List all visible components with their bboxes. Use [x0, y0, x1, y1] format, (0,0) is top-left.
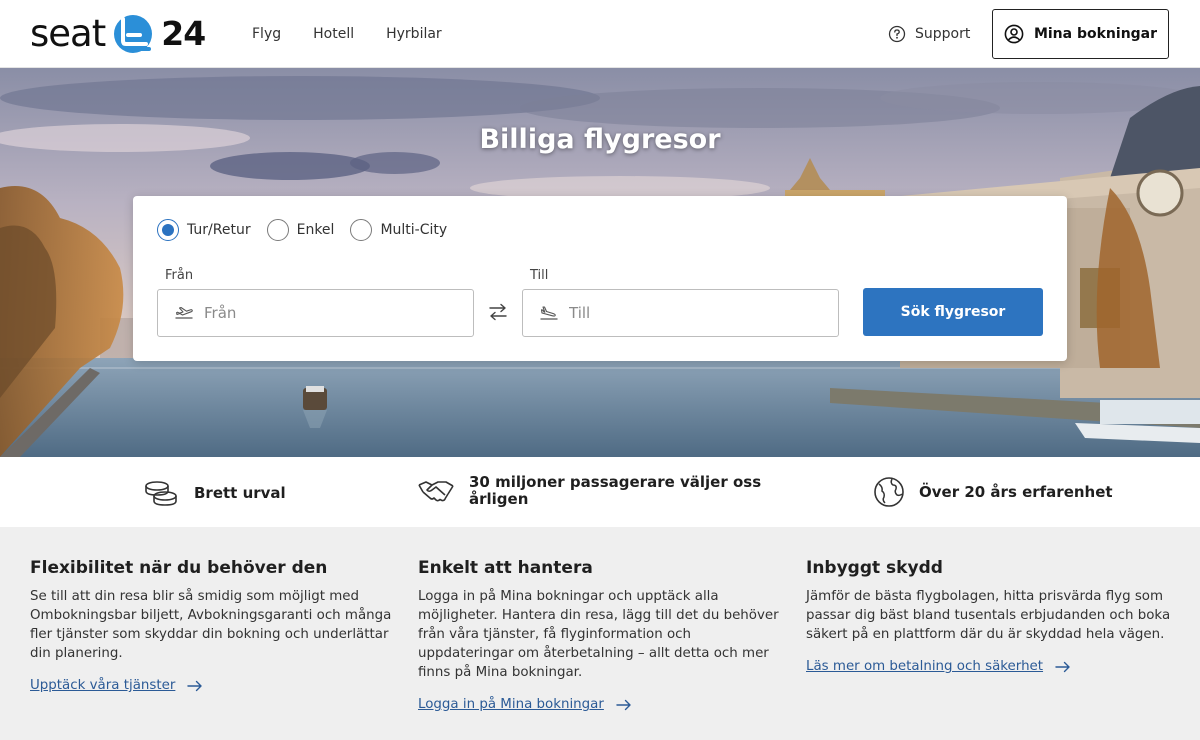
- main-nav: Flyg Hotell Hyrbilar: [252, 0, 474, 68]
- globe-icon: [874, 477, 904, 507]
- search-flights-button[interactable]: Sök flygresor: [863, 288, 1043, 336]
- to-field[interactable]: [522, 289, 839, 337]
- info-body: Se till att din resa blir så smidig som …: [30, 589, 392, 661]
- radio-indicator[interactable]: [350, 219, 373, 241]
- info-section: Flexibilitet när du behöver den Se till …: [0, 527, 1200, 740]
- flight-search-form: Tur/Retur Enkel Multi-City Från Till: [133, 196, 1067, 361]
- nav-flights[interactable]: Flyg: [252, 26, 281, 42]
- radio-label: Enkel: [296, 222, 335, 238]
- radio-indicator[interactable]: [157, 219, 179, 241]
- info-body: Logga in på Mina bokningar och upptäck a…: [418, 589, 779, 680]
- to-input[interactable]: [569, 304, 809, 322]
- my-bookings-button[interactable]: Mina bokningar: [992, 9, 1169, 59]
- coins-icon: [145, 481, 177, 506]
- seat-icon: [114, 15, 153, 53]
- info-body: Jämför de bästa flygbolagen, hitta prisv…: [806, 589, 1171, 642]
- usp-text: Brett urval: [194, 484, 286, 502]
- link-label: Läs mer om betalning och säkerhet: [806, 659, 1044, 674]
- plane-landing-icon: [540, 306, 558, 320]
- discover-services-link[interactable]: Upptäck våra tjänster: [30, 678, 203, 693]
- logo-number: 24: [161, 14, 206, 53]
- usp-bar: Brett urval 30 miljoner passagerare välj…: [0, 457, 1200, 527]
- help-circle-icon: [888, 25, 906, 43]
- seat24-logo[interactable]: seat 24: [30, 12, 206, 56]
- info-column-protection: Inbyggt skydd Jämför de bästa flygbolage…: [806, 558, 1172, 674]
- radio-indicator[interactable]: [266, 219, 289, 241]
- arrow-right-icon: [616, 699, 631, 710]
- swap-arrows-icon: [489, 303, 507, 321]
- from-label: Från: [165, 268, 194, 283]
- hero-title: Billiga flygresor: [479, 124, 721, 155]
- login-my-bookings-link[interactable]: Logga in på Mina bokningar: [418, 697, 632, 712]
- swap-locations-button[interactable]: [486, 300, 510, 324]
- my-bookings-label: Mina bokningar: [1033, 26, 1158, 42]
- nav-car-rental[interactable]: Hyrbilar: [386, 26, 442, 42]
- trip-type-group: Tur/Retur Enkel Multi-City: [157, 219, 463, 241]
- usp-text-block: 30 miljoner passagerare väljer oss årlig…: [469, 474, 761, 508]
- logo-word: seat: [30, 12, 106, 55]
- info-title: Enkelt att hantera: [418, 558, 593, 578]
- handshake-icon: [418, 481, 454, 502]
- plane-takeoff-icon: [175, 306, 193, 319]
- trip-type-one-way[interactable]: Enkel: [266, 219, 335, 241]
- radio-label: Tur/Retur: [187, 222, 251, 238]
- support-label: Support: [915, 26, 971, 42]
- to-label: Till: [530, 268, 549, 283]
- support-link[interactable]: Support: [888, 24, 970, 44]
- arrow-right-icon: [1055, 661, 1070, 672]
- trip-type-round-trip[interactable]: Tur/Retur: [157, 219, 251, 241]
- radio-label: Multi-City: [380, 222, 448, 238]
- trip-type-multi-city[interactable]: Multi-City: [350, 219, 447, 241]
- usp-text-line2: årligen: [469, 490, 529, 508]
- info-column-flexibility: Flexibilitet när du behöver den Se till …: [30, 558, 396, 693]
- usp-text-line1: 30 miljoner passagerare väljer oss: [469, 473, 762, 491]
- link-label: Logga in på Mina bokningar: [418, 697, 604, 712]
- from-input[interactable]: [204, 304, 444, 322]
- link-label: Upptäck våra tjänster: [30, 678, 176, 693]
- from-field[interactable]: [157, 289, 474, 337]
- info-column-easy-manage: Enkelt att hantera Logga in på Mina bokn…: [418, 558, 784, 712]
- info-title: Flexibilitet när du behöver den: [30, 558, 328, 578]
- payment-security-link[interactable]: Läs mer om betalning och säkerhet: [806, 659, 1071, 674]
- arrow-right-icon: [187, 680, 203, 691]
- nav-hotels[interactable]: Hotell: [313, 26, 354, 42]
- usp-experience: Över 20 års erfarenhet: [873, 476, 1113, 508]
- info-title: Inbyggt skydd: [806, 558, 943, 578]
- usp-wide-selection: Brett urval: [142, 479, 286, 507]
- user-circle-icon: [1004, 24, 1024, 44]
- usp-passengers: 30 miljoner passagerare väljer oss årlig…: [417, 474, 761, 508]
- usp-text: Över 20 års erfarenhet: [919, 483, 1113, 501]
- site-header: seat 24 Flyg Hotell Hyrbilar Support Min…: [0, 0, 1200, 68]
